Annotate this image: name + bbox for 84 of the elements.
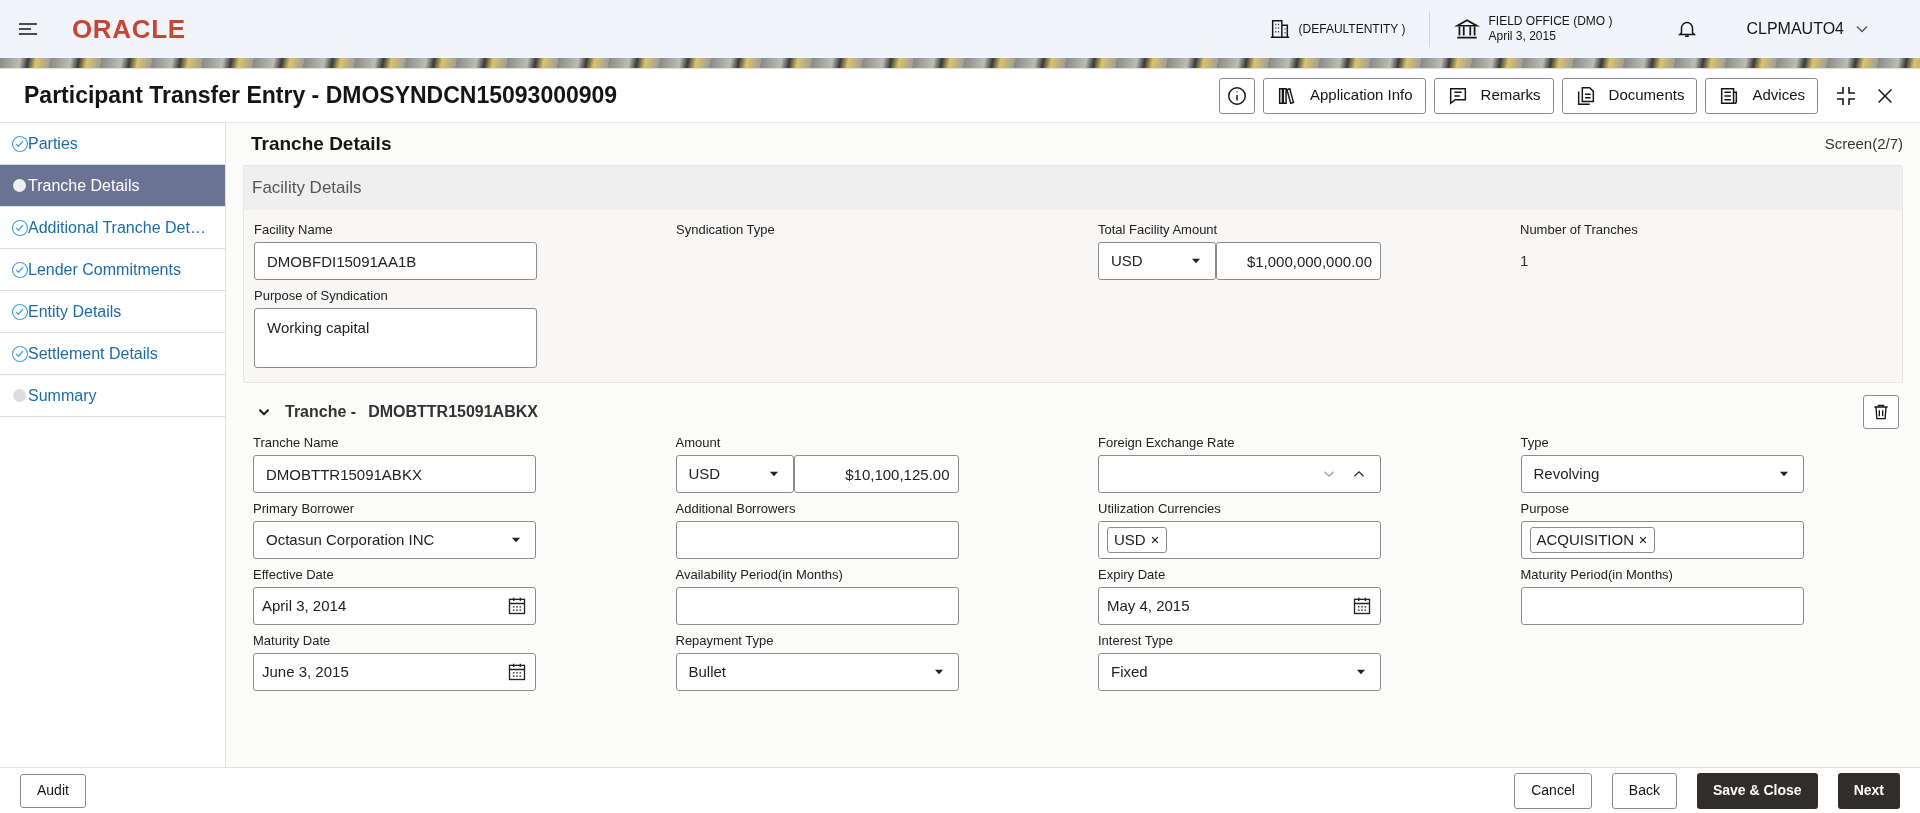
field-label: Total Facility Amount [1098,221,1219,236]
sidebar-item[interactable]: Summary [0,375,225,417]
calendar-icon [507,596,527,616]
date-field[interactable]: May 4, 2015 [1098,587,1381,625]
combo-box[interactable] [1098,455,1381,493]
office-label[interactable]: FIELD OFFICE (DMO ) [1488,14,1613,29]
sidebar-item[interactable]: Additional Tranche Det… [0,207,225,249]
field-label: Purpose of Syndication [254,287,389,302]
window-title: Participant Transfer Entry - DMOSYNDCN15093000909 [24,81,618,111]
tag-chip[interactable]: ACQUISITION [1529,527,1655,553]
info-icon [1226,84,1248,107]
field-label: Expiry Date [1098,566,1167,581]
field-label: Purpose [1520,500,1570,515]
check-circle-icon [11,219,29,237]
audit-button[interactable]: Audit [20,773,86,808]
field-label: Interest Type [1098,632,1174,647]
building-icon [1268,18,1291,40]
amount-field[interactable]: $1,000,000,000.00 [1216,242,1381,280]
tag-input[interactable]: ACQUISITION [1520,521,1804,559]
trash-icon [1871,402,1891,422]
calendar-icon [1352,596,1372,616]
date-field[interactable]: June 3, 2015 [253,653,536,691]
sidebar-item[interactable]: Settlement Details [0,333,225,375]
field-value: 1 [1520,251,1530,271]
field-label: Amount [675,434,722,449]
text-area[interactable]: Working capital [254,308,537,368]
amount-field[interactable]: $10,100,125.00 [793,455,959,493]
toolbar-button[interactable]: Advices [1705,77,1818,114]
field-label: Effective Date [253,566,335,581]
select-field[interactable]: Revolving [1520,455,1804,493]
input-field[interactable] [1520,587,1804,625]
field-label: Repayment Type [675,632,775,647]
footer-button[interactable]: Back [1611,772,1677,809]
select-field[interactable]: Octasun Corporation INC [253,521,536,559]
toolbar-button[interactable]: Application Info [1263,77,1426,114]
sidebar-item[interactable]: Tranche Details [0,165,225,207]
panel-title: Facility Details [252,177,362,200]
select-field[interactable]: Bullet [675,653,959,691]
currency-select[interactable]: USD [1098,242,1216,280]
field-label: Primary Borrower [253,500,356,515]
currency-select[interactable]: USD [675,455,794,493]
field-label: Maturity Date [253,632,332,647]
tranche-id: DMOBTTR15091ABKX [368,402,538,422]
field-label: Maturity Period(in Months) [1520,566,1674,581]
check-circle-icon [11,303,29,321]
delete-button[interactable] [1863,395,1899,429]
toolbar-button[interactable]: Remarks [1433,77,1554,114]
section-title: Tranche Details [251,131,392,156]
sidebar-item[interactable]: Lender Commitments [0,249,225,291]
input-field[interactable] [675,521,959,559]
footer-button[interactable]: Cancel [1514,772,1592,809]
info-button[interactable] [1219,77,1255,114]
input-field[interactable] [675,587,959,625]
tag-input[interactable]: USD [1098,521,1381,559]
toolbar-button[interactable]: Documents [1561,77,1698,114]
check-circle-icon [11,261,29,279]
remove-icon [1638,535,1648,545]
field-label: Additional Borrowers [675,500,797,515]
tag-chip[interactable]: USD [1107,527,1167,553]
field-label: Utilization Currencies [1098,500,1222,515]
input-field[interactable]: DMOBFDI15091AA1B [254,242,537,280]
entity-label[interactable]: (DEFAULTENTITY ) [1298,20,1406,38]
calendar-icon [507,662,527,682]
input-field[interactable]: DMOBTTR15091ABKX [253,455,536,493]
oracle-logo: ORACLE [72,12,186,46]
user-name[interactable]: CLPMAUTO4 [1746,17,1844,41]
select-field[interactable]: Fixed [1098,653,1381,691]
footer-button[interactable]: Next [1837,772,1900,809]
footer-button[interactable]: Save & Close [1696,772,1818,809]
tranche-label: Tranche - [285,402,357,422]
field-label: Facility Name [254,221,334,236]
remove-icon [1149,535,1160,545]
field-label: Tranche Name [253,434,340,449]
field-label: Foreign Exchange Rate [1098,434,1236,449]
field-label: Number of Tranches [1520,221,1639,236]
sidebar-item[interactable]: Entity Details [0,291,225,333]
field-label: Type [1520,434,1550,449]
field-label: Syndication Type [676,221,776,236]
field-label: Availability Period(in Months) [675,566,844,581]
screen-counter: Screen(2/7) [1824,133,1903,154]
check-circle-icon [11,345,29,363]
date-label: April 3, 2015 [1488,29,1557,44]
check-circle-icon [11,135,29,153]
date-field[interactable]: April 3, 2014 [253,587,536,625]
